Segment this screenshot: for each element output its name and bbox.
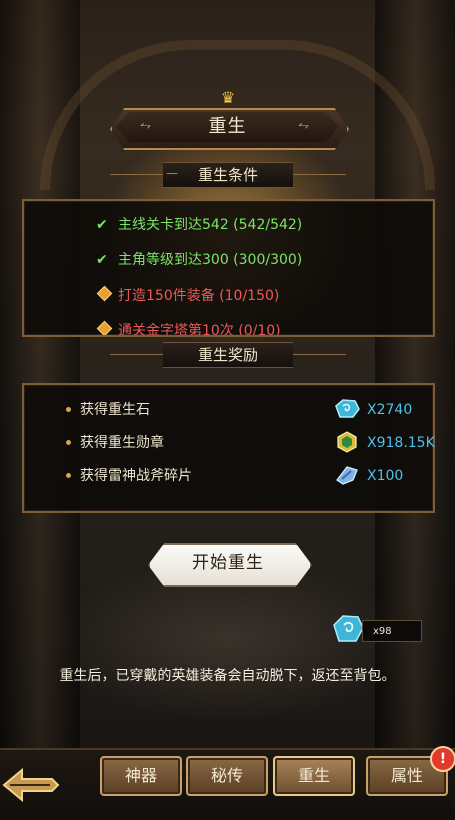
reward-value: X100: [367, 468, 404, 484]
rebirth-medal-icon: [337, 431, 357, 453]
rebirth-note: 重生后，已穿戴的英雄装备会自动脱下，返还至背包。: [59, 668, 396, 684]
axe-fragment-icon: [336, 466, 358, 485]
condition-item: 通关金字塔第10次 (0/10): [96, 320, 281, 335]
tab-rebirth[interactable]: 重生: [273, 756, 355, 796]
condition-item: 打造150件装备 (10/150): [96, 285, 279, 306]
tab-artifact[interactable]: 神器: [100, 756, 182, 796]
page-title: 重生: [208, 116, 247, 137]
tab-secret[interactable]: 秘传: [186, 756, 268, 796]
reward-item: 获得重生石: [66, 399, 150, 421]
check-icon: ✔: [96, 252, 108, 268]
stone-count: x98: [362, 620, 422, 642]
rebirth-stone-icon: [333, 615, 364, 642]
reward-value: X918.15K: [367, 435, 435, 451]
check-icon: ✔: [96, 217, 108, 233]
diamond-icon: [96, 320, 113, 335]
reward-item: 获得重生勋章: [66, 432, 164, 454]
start-rebirth-button[interactable]: 开始重生: [148, 543, 308, 583]
diamond-icon: [96, 285, 113, 302]
rebirth-stone-icon: [335, 399, 360, 418]
crown-icon: ♛: [220, 88, 236, 107]
reward-value: X2740: [367, 402, 413, 418]
conditions-header: 重生条件: [163, 162, 293, 188]
condition-item: ✔ 主线关卡到达542 (542/542): [96, 217, 303, 233]
condition-item: ✔ 主角等级到达300 (300/300): [96, 252, 303, 268]
alert-badge: !: [430, 746, 455, 772]
conditions-panel: ✔ 主线关卡到达542 (542/542) ✔ 主角等级到达300 (300/300…: [22, 199, 435, 337]
rewards-header: 重生奖励: [163, 342, 293, 368]
reward-item: 获得雷神战斧碎片: [66, 465, 192, 487]
back-arrow-button[interactable]: [0, 760, 60, 810]
